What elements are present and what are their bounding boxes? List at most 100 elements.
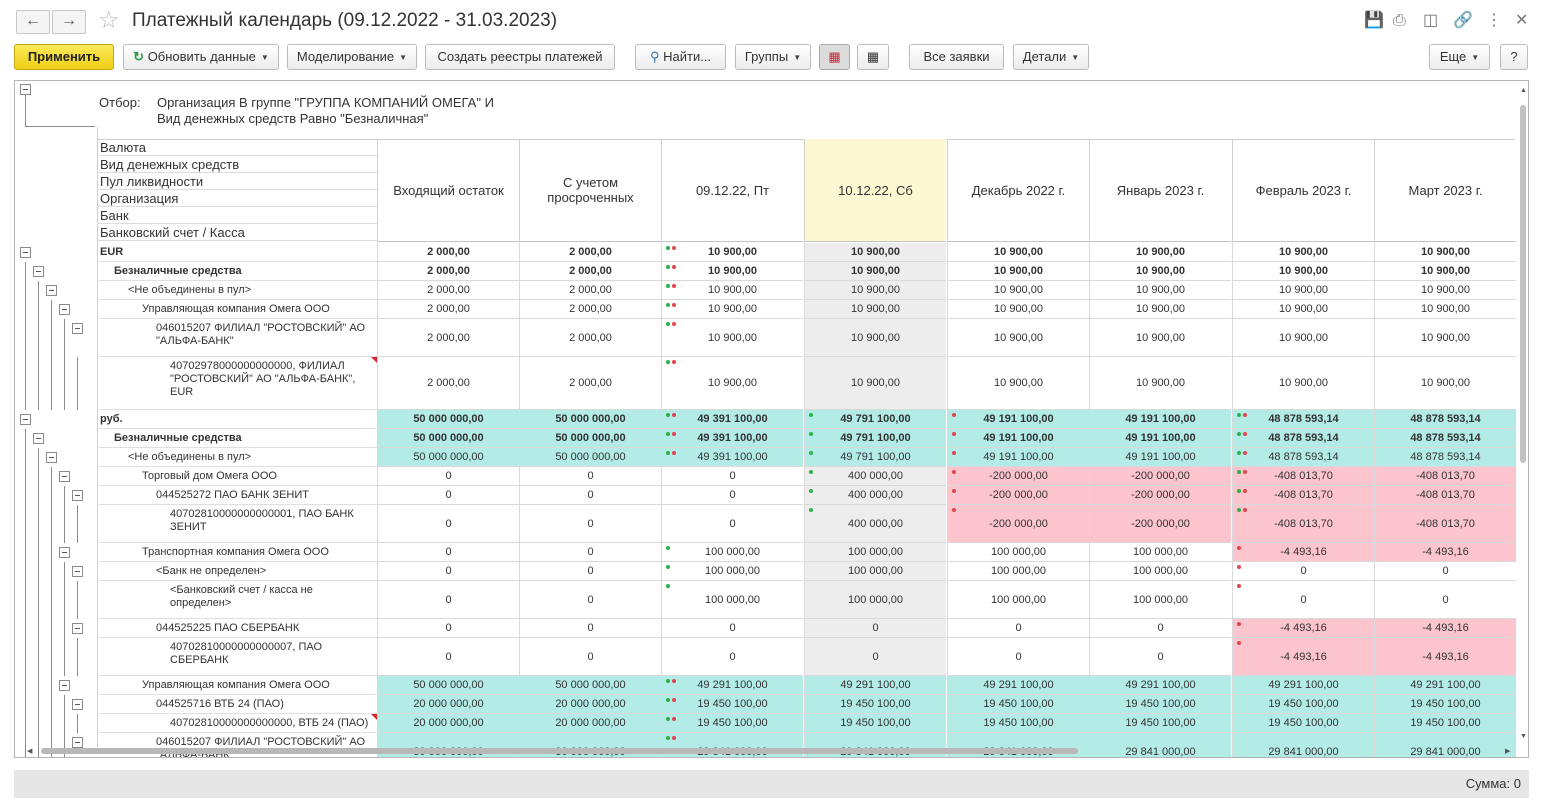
value-cell[interactable]: 10 900,00 [1089,281,1231,300]
collapse-toggle-icon[interactable] [20,84,31,95]
value-cell[interactable]: -4 493,16 [1374,543,1516,562]
value-cell[interactable]: 100 000,00 [661,562,803,581]
value-cell[interactable]: 10 900,00 [1089,262,1231,281]
value-cell[interactable]: 49 191 100,00 [1089,448,1231,467]
value-cell[interactable]: 10 900,00 [947,262,1089,281]
value-cell[interactable]: 10 900,00 [804,281,946,300]
table-row[interactable]: 044525716 ВТБ 24 (ПАО) 20 000 000,00 20 00… [15,695,1516,714]
column-header[interactable]: Январь 2023 г. [1089,139,1231,242]
value-cell[interactable]: 49 391 100,00 [661,410,803,429]
create-registers-button[interactable]: Создать реестры платежей [425,44,615,70]
value-cell[interactable]: 10 900,00 [804,300,946,319]
value-cell[interactable]: 0 [1089,638,1231,676]
table-row[interactable]: Безналичные средства 50 000 000,00 50 000 … [15,429,1516,448]
value-cell[interactable]: 0 [804,619,946,638]
value-cell[interactable]: 20 000 000,00 [519,695,661,714]
value-cell[interactable]: 49 191 100,00 [947,410,1089,429]
table-row[interactable]: Управляющая компания Омега ООО 2 000,00 2 … [15,300,1516,319]
value-cell[interactable]: 19 450 100,00 [1232,714,1374,733]
value-cell[interactable]: 49 191 100,00 [1089,410,1231,429]
value-cell[interactable]: 19 450 100,00 [804,695,946,714]
table-row[interactable]: Торговый дом Омега ООО 0 0 0 400 000,00 -200 … [15,467,1516,486]
value-cell[interactable]: 10 900,00 [1089,357,1231,410]
value-cell[interactable]: 0 [377,486,519,505]
value-cell[interactable]: 10 900,00 [947,319,1089,357]
value-cell[interactable]: 100 000,00 [1089,543,1231,562]
apply-button[interactable]: Применить [14,44,114,70]
table-row[interactable]: Безналичные средства 2 000,00 2 000,00 10 9… [15,262,1516,281]
value-cell[interactable]: 20 000 000,00 [377,714,519,733]
scroll-left-icon[interactable]: ◀ [27,747,32,755]
value-cell[interactable]: 49 191 100,00 [1089,429,1231,448]
value-cell[interactable]: -200 000,00 [947,486,1089,505]
value-cell[interactable]: 49 791 100,00 [804,410,946,429]
value-cell[interactable]: -408 013,70 [1232,486,1374,505]
value-cell[interactable]: 0 [377,467,519,486]
value-cell[interactable]: 100 000,00 [947,562,1089,581]
value-cell[interactable]: 48 878 593,14 [1232,429,1374,448]
value-cell[interactable]: 0 [377,562,519,581]
value-cell[interactable]: 100 000,00 [1089,562,1231,581]
value-cell[interactable]: -200 000,00 [1089,467,1231,486]
value-cell[interactable]: -4 493,16 [1374,638,1516,676]
value-cell[interactable]: 2 000,00 [519,319,661,357]
value-cell[interactable]: 0 [519,543,661,562]
value-cell[interactable]: 50 000 000,00 [519,410,661,429]
value-cell[interactable]: 0 [1089,619,1231,638]
table-row[interactable]: 044525225 ПАО СБЕРБАНК 0 0 0 0 0 0 -4 493,16 -4 … [15,619,1516,638]
value-cell[interactable]: 50 000 000,00 [377,410,519,429]
value-cell[interactable]: 10 900,00 [1374,357,1516,410]
table-row[interactable]: руб. 50 000 000,00 50 000 000,00 49 391 100… [15,410,1516,429]
value-cell[interactable]: 10 900,00 [804,357,946,410]
value-cell[interactable]: -200 000,00 [1089,486,1231,505]
scroll-right-icon[interactable]: ▶ [1505,747,1510,755]
value-cell[interactable]: 10 900,00 [1089,319,1231,357]
value-cell[interactable]: 10 900,00 [661,243,803,262]
value-cell[interactable]: 0 [661,638,803,676]
value-cell[interactable]: 0 [1232,562,1374,581]
value-cell[interactable]: 48 878 593,14 [1374,429,1516,448]
value-cell[interactable]: 0 [377,543,519,562]
table-row[interactable]: Управляющая компания Омега ООО 50 000 000… [15,676,1516,695]
value-cell[interactable]: 10 900,00 [661,262,803,281]
value-cell[interactable]: -4 493,16 [1232,638,1374,676]
value-cell[interactable]: 10 900,00 [661,357,803,410]
value-cell[interactable]: 0 [661,619,803,638]
value-cell[interactable]: 10 900,00 [1374,281,1516,300]
value-cell[interactable]: 10 900,00 [661,319,803,357]
value-cell[interactable]: -200 000,00 [947,505,1089,543]
value-cell[interactable]: 50 000 000,00 [377,448,519,467]
value-cell[interactable]: 10 900,00 [1374,300,1516,319]
table-view-toggle[interactable]: ▦ [857,44,889,70]
value-cell[interactable]: -4 493,16 [1374,619,1516,638]
value-cell[interactable]: 10 900,00 [1089,300,1231,319]
value-cell[interactable]: 0 [1232,581,1374,619]
value-cell[interactable]: 0 [519,505,661,543]
value-cell[interactable]: 50 000 000,00 [377,429,519,448]
favorite-star-icon[interactable]: ☆ [98,8,120,34]
value-cell[interactable]: 49 391 100,00 [661,448,803,467]
table-row[interactable]: 40702810000000000007, ПАО СБЕРБАНК 0 0 0 0 0 0… [15,638,1516,676]
details-button[interactable]: Детали ▼ [1013,44,1089,70]
print-icon[interactable]: ⎙ [1393,12,1406,30]
value-cell[interactable]: 0 [519,638,661,676]
value-cell[interactable]: 0 [1374,581,1516,619]
link-icon[interactable]: 🔗 [1453,12,1473,30]
value-cell[interactable]: 10 900,00 [1374,262,1516,281]
value-cell[interactable]: 100 000,00 [661,581,803,619]
value-cell[interactable]: 100 000,00 [804,562,946,581]
value-cell[interactable]: -4 493,16 [1232,543,1374,562]
value-cell[interactable]: -408 013,70 [1374,467,1516,486]
table-row[interactable]: EUR 2 000,00 2 000,00 10 900,00 10 900,00 10 … [15,243,1516,262]
table-row[interactable]: <Не объединены в пул> 50 000 000,00 50 000… [15,448,1516,467]
column-header[interactable]: Март 2023 г. [1374,139,1516,242]
value-cell[interactable]: 400 000,00 [804,486,946,505]
find-button[interactable]: ⚲ Найти... [635,44,726,70]
scroll-up-icon[interactable]: ▲ [1520,87,1527,94]
more-button[interactable]: Еще ▼ [1429,44,1490,70]
value-cell[interactable]: 50 000 000,00 [377,676,519,695]
value-cell[interactable]: 10 900,00 [947,243,1089,262]
column-header[interactable]: С учетом просроченных [519,139,661,242]
value-cell[interactable]: 50 000 000,00 [519,429,661,448]
help-button[interactable]: ? [1500,44,1528,70]
